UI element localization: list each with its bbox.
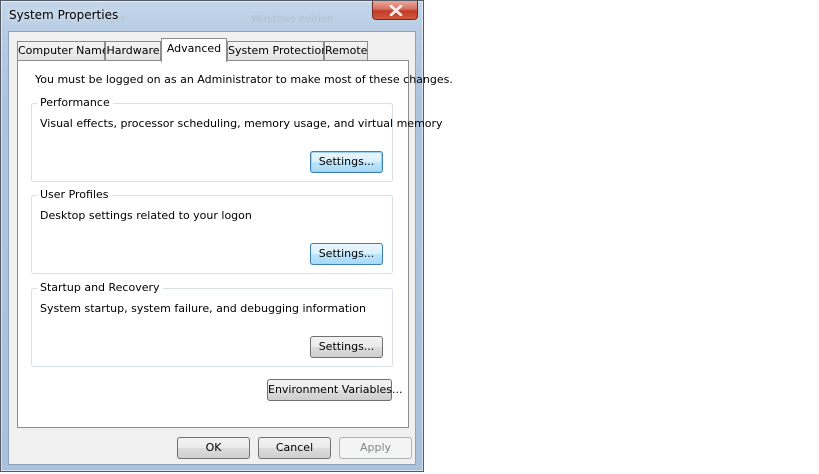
dialog-client-area: Computer Name Hardware Advanced System P… [8, 31, 453, 465]
performance-description: Visual effects, processor scheduling, me… [40, 117, 443, 130]
window-title: System Properties [9, 8, 119, 22]
system-properties-window: ...roger Windows edition System Properti… [0, 0, 453, 472]
tab-system-protection[interactable]: System Protection [227, 41, 328, 60]
close-x-icon [389, 5, 403, 16]
user-profiles-group-title: User Profiles [37, 188, 112, 201]
tab-advanced[interactable]: Advanced [161, 38, 227, 62]
tab-hardware[interactable]: Hardware [105, 41, 161, 60]
user-profiles-group: User Profiles Desktop settings related t… [31, 188, 393, 274]
close-button[interactable] [372, 1, 418, 20]
startup-recovery-settings-button[interactable]: Settings... [310, 336, 383, 358]
apply-button[interactable]: Apply [339, 437, 412, 459]
startup-recovery-group: Startup and Recovery System startup, sys… [31, 281, 393, 367]
tab-remote[interactable]: Remote [324, 41, 368, 60]
startup-recovery-group-title: Startup and Recovery [37, 281, 163, 294]
performance-group-title: Performance [37, 96, 113, 109]
user-profiles-settings-button[interactable]: Settings... [310, 243, 383, 265]
advanced-tab-panel: You must be logged on as an Administrato… [17, 60, 453, 428]
tab-computer-name[interactable]: Computer Name [17, 41, 109, 60]
cancel-button[interactable]: Cancel [258, 437, 331, 459]
performance-group: Performance Visual effects, processor sc… [31, 96, 443, 182]
title-bar[interactable]: ...roger Windows edition System Properti… [1, 1, 423, 31]
ok-button[interactable]: OK [177, 437, 250, 459]
user-profiles-description: Desktop settings related to your logon [40, 209, 252, 222]
startup-recovery-description: System startup, system failure, and debu… [40, 302, 366, 315]
environment-variables-button[interactable]: Environment Variables... [267, 379, 403, 401]
performance-settings-button[interactable]: Settings... [310, 151, 383, 173]
background-ghost-text: Windows edition [251, 14, 334, 25]
admin-notice: You must be logged on as an Administrato… [35, 73, 453, 86]
